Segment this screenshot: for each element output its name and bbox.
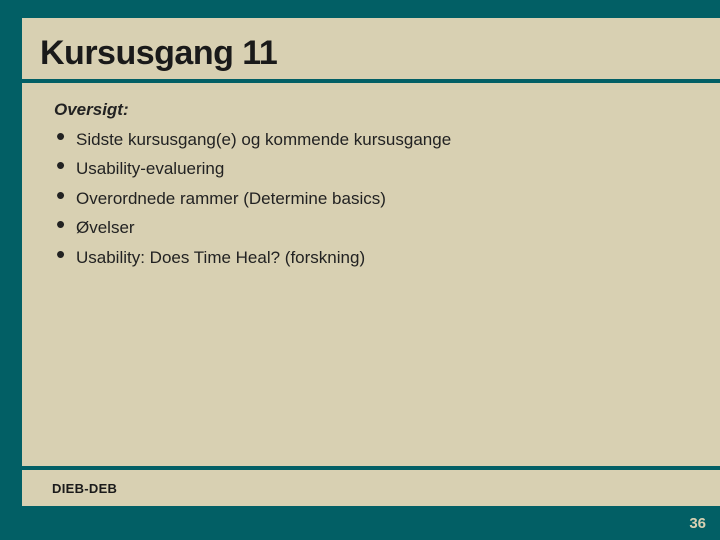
slide: Kursusgang 11 Oversigt: Sidste kursusgan… (0, 0, 720, 540)
slide-title: Kursusgang 11 (22, 18, 720, 77)
content-panel: Kursusgang 11 Oversigt: Sidste kursusgan… (22, 18, 720, 506)
page-number: 36 (689, 515, 706, 532)
bottom-divider (22, 466, 720, 470)
list-item: Usability-evaluering (54, 156, 692, 182)
content-area: Oversigt: Sidste kursusgang(e) og kommen… (22, 83, 720, 270)
list-item: Sidste kursusgang(e) og kommende kursusg… (54, 127, 692, 153)
list-item: Overordnede rammer (Determine basics) (54, 186, 692, 212)
subheading: Oversigt: (54, 97, 692, 123)
list-item: Usability: Does Time Heal? (forskning) (54, 245, 692, 271)
list-item: Øvelser (54, 215, 692, 241)
bullet-list: Sidste kursusgang(e) og kommende kursusg… (54, 127, 692, 271)
footer-label: DIEB-DEB (52, 481, 117, 496)
